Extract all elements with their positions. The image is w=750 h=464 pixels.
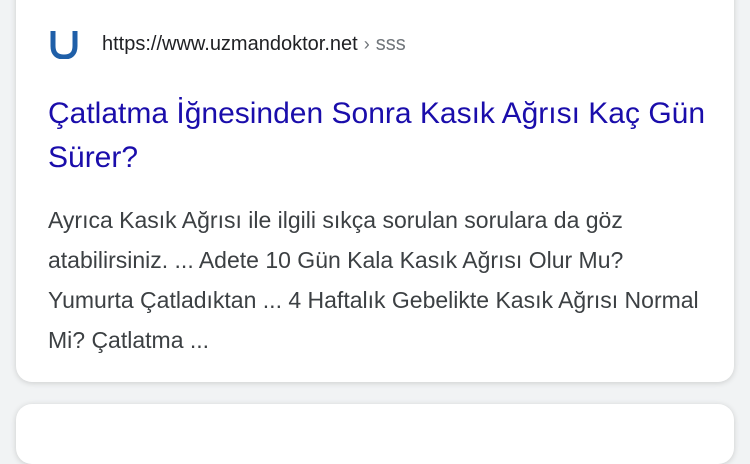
result-url: https://www.uzmandoktor.net [102, 32, 358, 55]
result-source[interactable]: https://www.uzmandoktor.net › sss [48, 28, 406, 60]
breadcrumb-separator: › [363, 33, 370, 54]
search-result-card: https://www.uzmandoktor.net › sss Çatlat… [16, 0, 734, 382]
result-snippet: Ayrıca Kasık Ağrısı ile ilgili sıkça sor… [48, 207, 699, 353]
next-result-card [16, 404, 734, 464]
site-favicon-icon [48, 28, 80, 60]
result-breadcrumb: sss [375, 32, 406, 55]
result-title-link[interactable]: Çatlatma İğnesinden Sonra Kasık Ağrısı K… [48, 92, 708, 180]
